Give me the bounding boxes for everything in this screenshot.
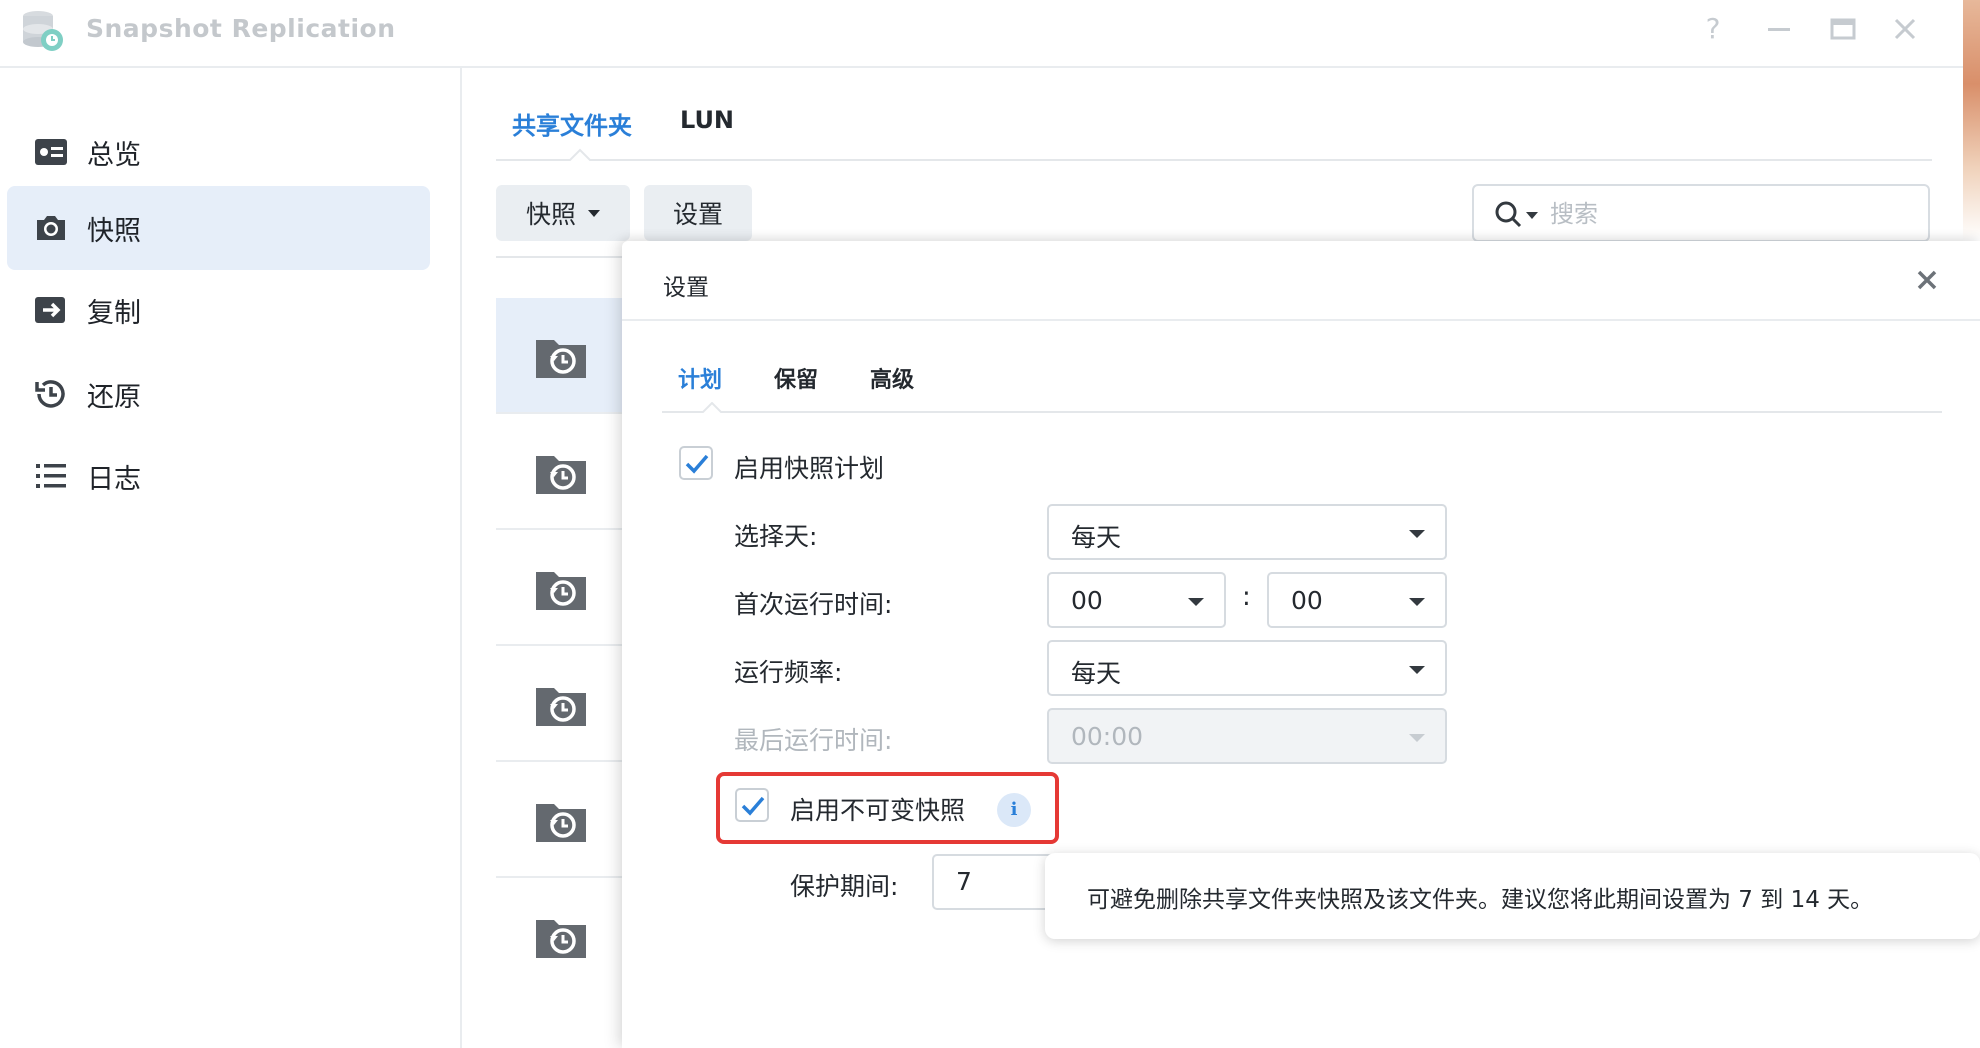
tab-advanced[interactable]: 高级 [870,362,914,394]
shared-folder-snapshot-icon [536,456,586,494]
search-filter-caret-icon[interactable] [1526,212,1538,219]
time-separator: : [1242,582,1251,612]
chevron-down-icon [588,209,600,217]
table-row[interactable] [496,414,626,530]
sidebar-item-label: 复制 [87,297,141,329]
shared-folder-snapshot-icon [536,920,586,958]
close-icon[interactable] [1910,263,1944,297]
chevron-down-icon [1409,734,1425,742]
first-run-time-label: 首次运行时间: [734,590,893,619]
last-run-time-dropdown: 00:00 [1047,708,1447,764]
frequency-dropdown[interactable]: 每天 [1047,640,1447,696]
minute-dropdown[interactable]: 00 [1267,572,1447,628]
table-row[interactable] [496,298,626,414]
search-input[interactable] [1550,196,1910,232]
help-icon[interactable]: ? [1696,12,1730,46]
active-tab-indicator [569,148,591,161]
info-icon[interactable]: i [997,793,1031,827]
snapshot-replication-logo-icon [23,11,63,51]
chevron-down-icon [1188,598,1204,606]
maximize-icon[interactable] [1826,12,1860,46]
tabs-divider [662,411,1942,413]
sidebar-item-overview[interactable]: 总览 [7,110,430,194]
sidebar: 总览 快照 复制 还原 日志 [0,68,462,1048]
sidebar-item-label: 日志 [87,463,141,495]
restore-icon [35,380,65,408]
last-run-time-value: 00:00 [1071,722,1144,751]
chevron-down-icon [1409,598,1425,606]
tabs-divider [496,159,1932,161]
hour-value: 00 [1071,586,1103,615]
dialog-title: 设置 [663,275,709,301]
replication-icon [35,297,65,323]
last-run-time-label: 最后运行时间: [734,726,893,755]
chevron-down-icon [1409,530,1425,538]
tab-retention[interactable]: 保留 [774,362,818,394]
search-icon[interactable] [1494,200,1522,228]
tab-shared-folder[interactable]: 共享文件夹 [512,106,632,141]
sidebar-item-restore[interactable]: 还原 [7,352,430,436]
sidebar-item-log[interactable]: 日志 [7,434,430,518]
select-day-label: 选择天: [734,522,818,551]
table-row[interactable] [496,878,626,994]
search-box[interactable] [1472,184,1930,242]
checkmark-icon [685,454,709,474]
desktop-wallpaper [1963,0,1980,240]
table-row[interactable] [496,530,626,646]
tab-lun[interactable]: LUN [680,106,734,134]
select-day-dropdown[interactable]: 每天 [1047,504,1447,560]
sidebar-item-replication[interactable]: 复制 [7,268,430,352]
title-bar: Snapshot Replication ? [0,0,1963,68]
frequency-label: 运行频率: [734,658,843,687]
overview-icon [35,139,67,165]
checkmark-icon [741,796,765,816]
sidebar-item-label: 总览 [87,139,141,171]
shared-folder-snapshot-icon [536,340,586,378]
frequency-value: 每天 [1071,659,1122,688]
active-tab-indicator [702,402,722,413]
log-list-icon [36,464,66,488]
minute-value: 00 [1291,586,1323,615]
sidebar-item-label: 快照 [87,215,141,247]
immutable-snapshot-checkbox[interactable] [735,788,769,822]
shared-folder-snapshot-icon [536,688,586,726]
shared-folder-snapshot-icon [536,572,586,610]
tab-schedule[interactable]: 计划 [678,362,722,394]
settings-button-label: 设置 [672,200,723,229]
immutable-snapshot-label: 启用不可变快照 [790,796,966,825]
enable-schedule-checkbox[interactable] [679,446,713,480]
chevron-down-icon [1409,666,1425,674]
dialog-header: 设置 [622,241,1980,321]
enable-schedule-label: 启用快照计划 [734,454,885,483]
sidebar-item-label: 还原 [87,381,141,413]
protection-period-label: 保护期间: [790,872,899,901]
close-window-icon[interactable] [1888,12,1922,46]
snapshot-dropdown-button[interactable]: 快照 [496,185,630,241]
sidebar-item-snapshot[interactable]: 快照 [7,186,430,270]
minimize-icon[interactable] [1762,12,1796,46]
hour-dropdown[interactable]: 00 [1047,572,1226,628]
table-row[interactable] [496,646,626,762]
snapshot-button-label: 快照 [525,200,576,229]
protection-period-input[interactable]: 7 [932,854,1062,910]
settings-button[interactable]: 设置 [644,185,752,241]
table-row[interactable] [496,762,626,878]
info-tooltip: 可避免删除共享文件夹快照及该文件夹。建议您将此期间设置为 7 到 14 天。 [1045,853,1980,939]
app-title: Snapshot Replication [86,14,396,43]
camera-icon [37,216,65,240]
shared-folder-snapshot-icon [536,804,586,842]
select-day-value: 每天 [1071,523,1122,552]
